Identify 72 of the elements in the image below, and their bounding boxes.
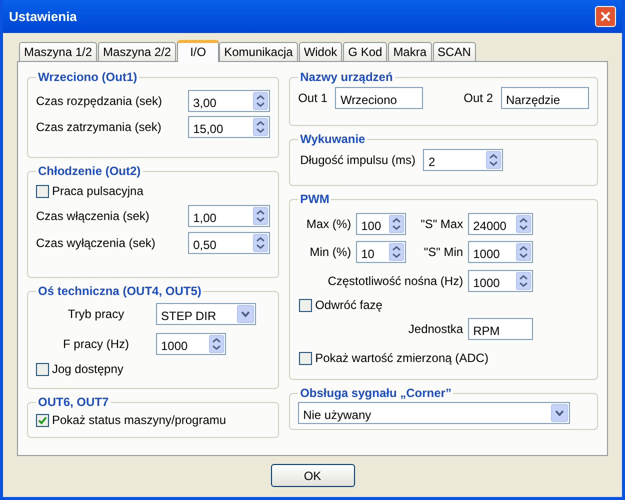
field-label: Częstotliwość nośna (Hz) <box>328 274 464 288</box>
field-label: Czas rozpędzania (sek) <box>36 93 162 110</box>
spin-field[interactable]: 10 <box>356 241 406 263</box>
spin-arrows-icon[interactable] <box>486 151 502 169</box>
field-label: F pracy (Hz) <box>63 337 129 351</box>
checkbox-label: Pokaż wartość zmierzoną (ADC) <box>315 350 488 367</box>
group-title: Nazwy urządzeń <box>299 69 394 86</box>
spin-field[interactable]: 3,00 <box>188 90 270 112</box>
checkbox[interactable] <box>36 362 49 376</box>
field-label: Out 2 <box>464 90 493 107</box>
field-label: Czas zatrzymania (sek) <box>36 119 162 136</box>
field-label: "S" Min <box>424 245 464 259</box>
tab[interactable]: G Kod <box>343 42 388 61</box>
spin-arrows-icon[interactable] <box>253 92 268 110</box>
field-label: Długość impulsu (ms) <box>300 152 416 169</box>
spin-arrows-icon[interactable] <box>253 207 268 225</box>
checkbox[interactable] <box>299 352 312 364</box>
spin-arrows-icon[interactable] <box>253 234 268 252</box>
tab[interactable]: Maszyna 1/2 <box>19 42 98 61</box>
spin-arrows-icon[interactable] <box>516 215 532 233</box>
spin-arrows-icon[interactable] <box>253 118 268 136</box>
group-title: Chłodzenie (Out2) <box>37 163 142 180</box>
group-title: OUT6, OUT7 <box>37 394 110 411</box>
field-label: "S" Max <box>420 217 464 231</box>
spin-field[interactable]: 1,00 <box>188 205 270 227</box>
field-label: Out 1 <box>298 90 328 107</box>
group-title: Obsługa sygnału „Corner” <box>299 385 452 402</box>
text-field[interactable]: Wrzeciono <box>335 87 424 109</box>
group-title: Wrzeciono (Out1) <box>37 69 138 86</box>
spin-field[interactable]: 2 <box>423 149 504 171</box>
field-label: Min (%) <box>310 245 352 259</box>
spin-field[interactable]: 1000 <box>468 270 534 292</box>
checkbox[interactable] <box>299 298 312 312</box>
field-label: Czas włączenia (sek) <box>36 208 150 225</box>
spin-field[interactable]: 1000 <box>156 333 226 355</box>
dropdown-field[interactable]: STEP DIR <box>156 303 256 325</box>
text-field[interactable]: RPM <box>468 318 534 340</box>
dropdown-field[interactable]: Nie używany <box>298 402 570 424</box>
spin-arrows-icon[interactable] <box>389 215 404 233</box>
field-label: Jednostka <box>408 322 464 336</box>
group-title: Wykuwanie <box>299 131 366 148</box>
tab[interactable]: Widok <box>298 42 342 61</box>
close-button[interactable] <box>595 6 616 27</box>
spin-arrows-icon[interactable] <box>209 335 224 353</box>
close-icon <box>600 11 611 22</box>
group-title: PWM <box>299 191 330 208</box>
spin-arrows-icon[interactable] <box>389 243 404 261</box>
window-title: Ustawienia <box>9 8 77 26</box>
spin-field[interactable]: 15,00 <box>188 116 270 138</box>
checkbox-label: Jog dostępny <box>52 361 124 378</box>
spin-field[interactable]: 100 <box>356 213 406 235</box>
spin-field[interactable]: 0,50 <box>188 232 270 254</box>
spin-arrows-icon[interactable] <box>516 272 532 290</box>
tab[interactable]: Makra <box>388 42 432 61</box>
spin-field[interactable]: 1000 <box>468 241 534 263</box>
tab[interactable]: Maszyna 2/2 <box>98 42 176 61</box>
checkbox-label: Odwróć fazę <box>315 297 382 314</box>
ok-button[interactable]: OK <box>270 464 354 487</box>
field-label: Tryb pracy <box>68 307 124 321</box>
checkbox[interactable] <box>36 414 49 426</box>
tab[interactable]: Komunikacja <box>219 42 298 61</box>
field-label: Max (%) <box>306 217 352 231</box>
spin-field[interactable]: 24000 <box>468 213 534 235</box>
checkbox-label: Praca pulsacyjna <box>52 183 144 200</box>
spin-arrows-icon[interactable] <box>516 243 532 261</box>
tab[interactable]: SCAN <box>432 42 476 61</box>
checkbox-label: Pokaż status maszyny/programu <box>52 412 226 429</box>
checkbox[interactable] <box>36 184 49 198</box>
tab[interactable]: I/O <box>177 40 220 62</box>
text-field[interactable]: Narzędzie <box>501 87 589 109</box>
group-title: Oś techniczna (OUT4, OUT5) <box>37 283 202 300</box>
field-label: Czas wyłączenia (sek) <box>36 235 156 252</box>
